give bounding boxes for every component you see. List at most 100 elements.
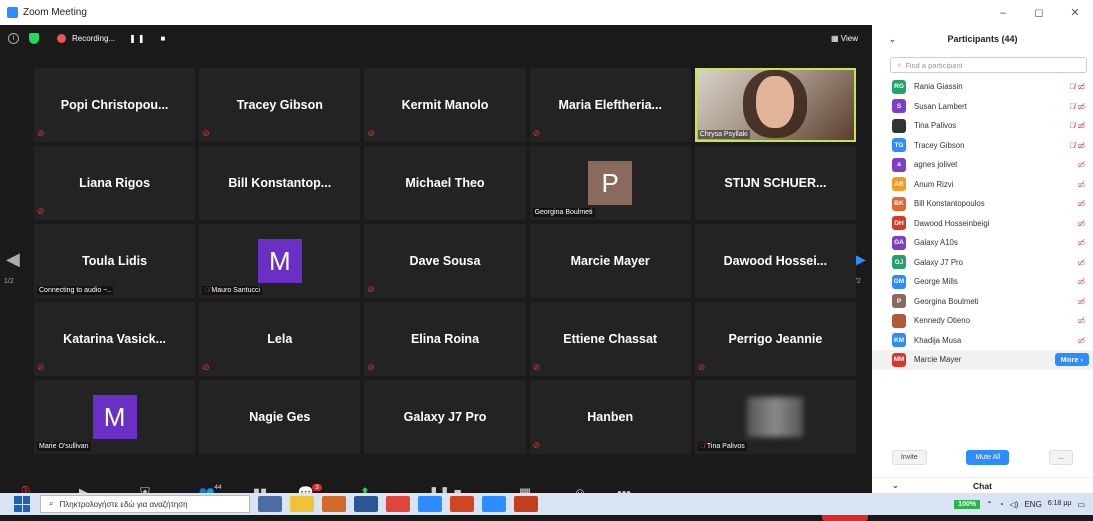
chrome-icon[interactable] <box>386 496 410 512</box>
participant-avatar: TG <box>892 138 906 153</box>
participant-row[interactable]: KM Khadija Musa ▭̸ <box>872 331 1093 351</box>
powerpoint-icon[interactable] <box>514 496 538 512</box>
participants-title: Participants (44) <box>947 34 1018 44</box>
file-explorer-icon[interactable] <box>290 496 314 512</box>
participant-tile[interactable]: Bill Konstantop... <box>199 146 361 220</box>
participant-tile[interactable]: Toula Lidis Connecting to audio ~.. <box>34 224 196 298</box>
video-off-icon: ▭̸ <box>1077 160 1085 170</box>
taskbar-search-icon: ⌕ <box>49 499 54 508</box>
taskbar-search-input[interactable]: ⌕ Πληκτρολογήστε εδώ για αναζήτηση <box>40 495 250 513</box>
participants-header: ⌄ Participants (44) <box>872 25 1093 53</box>
battery-indicator[interactable]: 100% <box>954 499 981 509</box>
participant-tile[interactable]: Tracey Gibson ⊘ <box>199 68 361 142</box>
participant-tile[interactable]: Chrysa Psyllaki <box>694 68 856 142</box>
participant-row[interactable]: a agnes jolivet ▭̸ <box>872 155 1093 175</box>
participant-name: Dawood Hossei... <box>723 254 828 268</box>
zoom-app-icon <box>7 7 18 18</box>
participant-name: Hanben <box>587 410 634 424</box>
participant-tile[interactable]: Galaxy J7 Pro <box>364 380 526 454</box>
maximize-button[interactable]: ◻ <box>1021 6 1057 19</box>
info-icon[interactable]: i <box>8 32 19 44</box>
windows-taskbar: ⌕ Πληκτρολογήστε εδώ για αναζήτηση 100% … <box>0 493 1093 515</box>
participant-tile[interactable]: Elina Roina ⊘ <box>364 302 526 376</box>
muted-mic-icon: 🎙̸ <box>699 443 707 450</box>
minimize-button[interactable]: – <box>985 7 1021 19</box>
participant-row[interactable]: MM Marcie Mayer More › <box>872 350 1093 370</box>
collapse-chevron-icon[interactable]: ⌄ <box>889 35 896 44</box>
notifications-icon[interactable]: ▭ <box>1077 500 1085 509</box>
participant-tile[interactable]: Maria Eleftheria... ⊘ <box>529 68 691 142</box>
chat-header[interactable]: ⌄ Chat <box>872 477 1093 493</box>
participant-row[interactable]: TG Tracey Gibson 🎙̸ ▭̸ <box>872 136 1093 156</box>
participant-tile[interactable]: Nagie Ges <box>199 380 361 454</box>
participant-tile[interactable]: Katarina Vasick... ⊘ <box>34 302 196 376</box>
mic-muted-video-off-icon: 🎙̸ ▭̸ <box>1069 140 1085 150</box>
word-icon[interactable] <box>354 496 378 512</box>
participant-row[interactable]: RG Rania Giassin 🎙̸ ▭̸ <box>872 77 1093 97</box>
slides-icon[interactable] <box>450 496 474 512</box>
participant-row[interactable]: GM George Mills ▭̸ <box>872 272 1093 292</box>
chat-chevron-icon[interactable]: ⌄ <box>892 481 899 490</box>
muted-mic-icon: ⊘ <box>697 362 706 372</box>
edge-icon[interactable] <box>418 496 442 512</box>
participant-name: Kennedy Otieno <box>914 316 970 326</box>
tray-arrow-icon[interactable]: ⌃ <box>986 500 993 509</box>
participant-row[interactable]: DH Dawood Hosseinbeigi ▭̸ <box>872 214 1093 234</box>
participant-name: Lela <box>267 332 293 346</box>
volume-icon[interactable]: ◁) <box>1010 500 1019 509</box>
more-options-button[interactable]: ... <box>1049 450 1074 465</box>
participant-tile[interactable]: Dave Sousa ⊘ <box>364 224 526 298</box>
participant-row[interactable]: P Georgina Boulmeti ▭̸ <box>872 292 1093 312</box>
participant-row[interactable]: GA Galaxy A10s ▭̸ <box>872 233 1093 253</box>
participant-name: STIJN SCHUER... <box>724 176 827 190</box>
participant-name: Tracey Gibson <box>914 140 965 150</box>
participant-tile[interactable]: Lela ⊘ <box>199 302 361 376</box>
mute-all-button[interactable]: Mute All <box>966 450 1010 465</box>
view-label: View <box>840 33 858 43</box>
participant-tile[interactable]: Michael Theo <box>364 146 526 220</box>
participant-tile[interactable]: Hanben ⊘ <box>529 380 691 454</box>
participant-tile[interactable]: Kermit Manolo ⊘ <box>364 68 526 142</box>
previous-page-arrow-icon[interactable]: ◀ <box>6 249 20 270</box>
network-icon[interactable]: ◔ <box>999 500 1004 509</box>
close-button[interactable]: ✕ <box>1057 6 1093 19</box>
participant-row[interactable]: S Susan Lambert 🎙̸ ▭̸ <box>872 97 1093 117</box>
participant-name: Liana Rigos <box>79 176 151 190</box>
app-icon[interactable] <box>322 496 346 512</box>
search-icon: ⌕ <box>897 60 902 69</box>
video-off-icon: ▭̸ <box>1077 179 1085 189</box>
stop-recording-icon[interactable]: ■ <box>161 34 168 43</box>
participant-tile[interactable]: STIJN SCHUER... <box>694 146 856 220</box>
encryption-shield-icon[interactable] <box>29 32 39 44</box>
chat-title: Chat <box>973 480 992 491</box>
participant-tile[interactable]: Liana Rigos ⊘ <box>34 146 196 220</box>
participant-row[interactable]: BK Bill Konstantopoulos ▭̸ <box>872 194 1093 214</box>
muted-mic-icon: ⊘ <box>367 284 375 294</box>
participant-tile[interactable]: Marcie Mayer <box>529 224 691 298</box>
zoom-taskbar-icon[interactable] <box>482 496 506 512</box>
pause-recording-icon[interactable]: ❚❚ <box>129 34 146 43</box>
participant-tile[interactable]: M Marie O'sullivan <box>34 380 196 454</box>
participant-search-input[interactable]: ⌕ Find a participant <box>890 57 1087 73</box>
participant-tile[interactable]: Popi Christopou... ⊘ <box>34 68 196 142</box>
participant-row[interactable]: AR Anum Rizvi ▭̸ <box>872 175 1093 195</box>
participant-row[interactable]: Kennedy Otieno ▭̸ <box>872 311 1093 331</box>
participant-tile[interactable]: Dawood Hossei... <box>694 224 856 298</box>
language-indicator[interactable]: ENG <box>1024 500 1041 509</box>
participant-row[interactable]: Tina Palivos 🎙̸ ▭̸ <box>872 116 1093 136</box>
participant-video-thumbnail <box>747 397 804 437</box>
participant-tile[interactable]: Ettiene Chassat ⊘ <box>529 302 691 376</box>
participant-tile[interactable]: P Georgina Boulmeti <box>529 146 691 220</box>
view-button[interactable]: ▦ View <box>831 34 858 43</box>
participant-name: Susan Lambert <box>914 101 967 111</box>
participant-tile[interactable]: 🎙̸ Tina Palivos <box>694 380 856 454</box>
windows-start-icon[interactable] <box>14 496 30 512</box>
clock[interactable]: 6:18 μμ <box>1048 500 1072 508</box>
task-view-icon[interactable] <box>258 496 282 512</box>
participant-tile[interactable]: M 🎙̸ Mauro Santucci <box>199 224 361 298</box>
participant-row[interactable]: GJ Galaxy J7 Pro ▭̸ <box>872 253 1093 273</box>
participant-tile[interactable]: Perrigo Jeannie ⊘ <box>694 302 856 376</box>
participant-label: Georgina Boulmeti <box>532 208 595 217</box>
participant-more-button[interactable]: More › <box>1054 353 1089 367</box>
invite-button[interactable]: Invite <box>891 450 927 465</box>
